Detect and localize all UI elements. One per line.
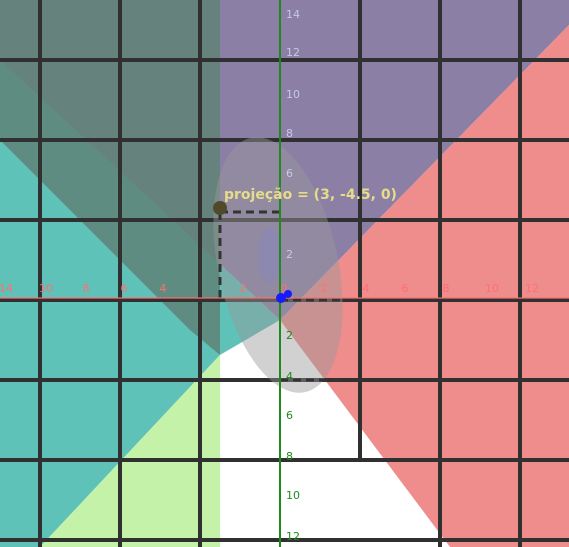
v-axis-label: 4: [286, 370, 293, 383]
v-axis-label: 8: [286, 127, 293, 140]
v-axis-label: 10: [286, 88, 300, 101]
h-axis-label: 10: [39, 282, 53, 295]
v-axis-label: 8: [286, 450, 293, 463]
v-axis-label: 6: [286, 167, 293, 180]
h-axis-label: 2: [321, 282, 328, 295]
h-axis-label: 2: [240, 282, 247, 295]
v-axis-label: 12: [286, 530, 300, 543]
v-axis-label: 6: [286, 409, 293, 422]
h-axis-label: 6: [402, 282, 409, 295]
projection-label[interactable]: projeção = (3, -4.5, 0): [224, 187, 397, 203]
v-axis-label: 12: [286, 46, 300, 59]
h-axis-label: 8: [83, 282, 90, 295]
h-axis-label: 10: [485, 282, 499, 295]
h-axis-label: 12: [525, 282, 539, 295]
ellipsoid-inner: [258, 227, 282, 283]
v-axis-label: 10: [286, 489, 300, 502]
h-axis-label: 14: [0, 282, 13, 295]
scene-canvas[interactable]: 14 10 8 6 4 2 0 2 4 6 8 10 12 14 12 10 8…: [0, 0, 569, 547]
h-axis-label: 8: [443, 282, 450, 295]
v-axis-label: 2: [286, 248, 293, 261]
h-axis-label: 4: [160, 282, 167, 295]
v-axis-label: 2: [286, 329, 293, 342]
graphics-3d-view[interactable]: 14 10 8 6 4 2 0 2 4 6 8 10 12 14 12 10 8…: [0, 0, 569, 547]
h-axis-label: 6: [121, 282, 128, 295]
h-axis-label: 4: [363, 282, 370, 295]
v-axis-label: 14: [286, 8, 300, 21]
origin-point-secondary[interactable]: [284, 290, 292, 298]
projection-point[interactable]: [213, 201, 227, 215]
